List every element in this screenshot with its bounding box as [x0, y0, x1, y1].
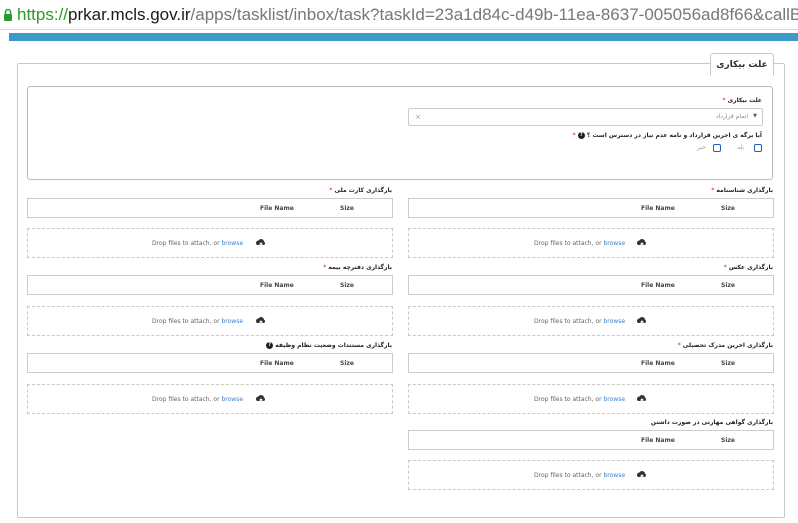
upload-label-skill-certificate: بارگذاری گواهی مهارتی در صورت داشتن — [651, 419, 773, 426]
drop-text: Drop files to attach, or — [152, 396, 220, 403]
required-star: * — [323, 264, 327, 271]
upload-label-text: بارگذاری اخرین مدرک تحصیلی — [682, 342, 773, 349]
upload-label-military-service: بارگذاری مستندات وضعیت نظام وظیفه ? — [266, 342, 392, 349]
upload-label-text: بارگذاری شناسنامه — [716, 187, 773, 194]
file-table-header: File Name Size — [27, 353, 393, 373]
file-table-header: File Name Size — [27, 198, 393, 218]
tab-unemployment-reason[interactable]: علت بیکاری — [710, 53, 774, 76]
required-star: * — [711, 187, 715, 194]
question-label: آیا برگه ی اجرین قرارداد و نامه عدم نیاز… — [573, 132, 762, 139]
address-bar[interactable]: https://prkar.mcls.gov.ir/apps/tasklist/… — [0, 0, 798, 30]
drop-text: Drop files to attach, or — [534, 472, 602, 479]
lock-icon — [4, 8, 12, 21]
reason-select-value: اتمام قرارداد — [715, 113, 748, 120]
drop-text: Drop files to attach, or — [152, 240, 220, 247]
browse-link[interactable]: browse — [603, 396, 625, 403]
question-label-text: آیا برگه ی اجرین قرارداد و نامه عدم نیاز… — [586, 132, 762, 139]
drop-text: Drop files to attach, or — [534, 240, 602, 247]
clear-icon[interactable]: × — [415, 113, 421, 121]
file-name-header: File Name — [260, 282, 294, 289]
upload-icon — [637, 317, 647, 325]
file-name-header: File Name — [641, 205, 675, 212]
upload-label-text: بارگذاری گواهی مهارتی در صورت داشتن — [650, 419, 773, 426]
yes-label: بله — [737, 144, 744, 151]
upload-icon — [637, 239, 647, 247]
upload-label-national-card: بارگذاری کارت ملی * — [329, 187, 392, 194]
upload-label-text: بارگذاری مستندات وضعیت نظام وظیفه — [275, 342, 392, 349]
reason-label: علت بیکاری * — [722, 97, 762, 104]
no-label: خیر — [697, 144, 706, 151]
upload-icon — [637, 395, 647, 403]
url-path: /apps/tasklist/inbox/task?taskId=23a1d84… — [190, 5, 798, 24]
file-name-header: File Name — [260, 360, 294, 367]
required-star: * — [572, 132, 576, 139]
upload-label-insurance-booklet: بارگذاری دفترچه بیمه * — [323, 264, 392, 271]
browse-link[interactable]: browse — [221, 318, 243, 325]
file-name-header: File Name — [260, 205, 294, 212]
browse-link[interactable]: browse — [603, 240, 625, 247]
file-name-header: File Name — [641, 360, 675, 367]
upload-label-text: بارگذاری دفترچه بیمه — [328, 264, 392, 271]
browse-link[interactable]: browse — [603, 318, 625, 325]
browse-link[interactable]: browse — [603, 472, 625, 479]
file-table-header: File Name Size — [408, 353, 774, 373]
file-table-header: File Name Size — [408, 275, 774, 295]
size-header: Size — [340, 360, 354, 367]
size-header: Size — [721, 437, 735, 444]
file-table-header: File Name Size — [408, 198, 774, 218]
required-star: * — [329, 187, 333, 194]
url-host: prkar.mcls.gov.ir — [68, 5, 191, 24]
file-drop-zone[interactable]: Drop files to attach, or browse — [27, 384, 393, 414]
upload-icon — [637, 471, 647, 479]
drop-text: Drop files to attach, or — [534, 318, 602, 325]
file-name-header: File Name — [641, 437, 675, 444]
size-header: Size — [340, 282, 354, 289]
url-text: https://prkar.mcls.gov.ir/apps/tasklist/… — [17, 4, 798, 26]
browse-link[interactable]: browse — [221, 396, 243, 403]
drop-text: Drop files to attach, or — [152, 318, 220, 325]
info-icon[interactable]: ? — [577, 132, 585, 139]
required-star: * — [677, 342, 681, 349]
upload-icon — [256, 395, 266, 403]
file-drop-zone[interactable]: Drop files to attach, or browse — [27, 306, 393, 336]
info-icon[interactable]: ? — [266, 342, 274, 349]
yes-checkbox[interactable] — [754, 144, 762, 152]
header-accent-strip — [9, 33, 798, 41]
size-header: Size — [721, 205, 735, 212]
browse-link[interactable]: browse — [221, 240, 243, 247]
url-scheme: https:// — [17, 5, 69, 24]
file-drop-zone[interactable]: Drop files to attach, or browse — [408, 384, 774, 414]
reason-select[interactable]: × اتمام قرارداد ▼ — [408, 108, 763, 126]
file-drop-zone[interactable]: Drop files to attach, or browse — [408, 228, 774, 258]
upload-label-last-degree: بارگذاری اخرین مدرک تحصیلی * — [678, 342, 773, 349]
required-star: * — [723, 264, 727, 271]
upload-icon — [256, 317, 266, 325]
file-drop-zone[interactable]: Drop files to attach, or browse — [408, 306, 774, 336]
reason-label-text: علت بیکاری — [727, 97, 762, 104]
file-name-header: File Name — [641, 282, 675, 289]
size-header: Size — [721, 282, 735, 289]
upload-label-text: بارگذاری کارت ملی — [334, 187, 392, 194]
file-drop-zone[interactable]: Drop files to attach, or browse — [408, 460, 774, 490]
chevron-down-icon: ▼ — [753, 113, 757, 119]
size-header: Size — [721, 360, 735, 367]
upload-label-text: بارگذاری عکس — [728, 264, 773, 271]
upload-label-birth-certificate: بارگذاری شناسنامه * — [711, 187, 773, 194]
no-checkbox[interactable] — [713, 144, 721, 152]
size-header: Size — [340, 205, 354, 212]
required-star: * — [722, 97, 726, 104]
file-drop-zone[interactable]: Drop files to attach, or browse — [27, 228, 393, 258]
file-table-header: File Name Size — [408, 430, 774, 450]
upload-label-photo: بارگذاری عکس * — [724, 264, 773, 271]
drop-text: Drop files to attach, or — [534, 396, 602, 403]
upload-icon — [256, 239, 266, 247]
file-table-header: File Name Size — [27, 275, 393, 295]
